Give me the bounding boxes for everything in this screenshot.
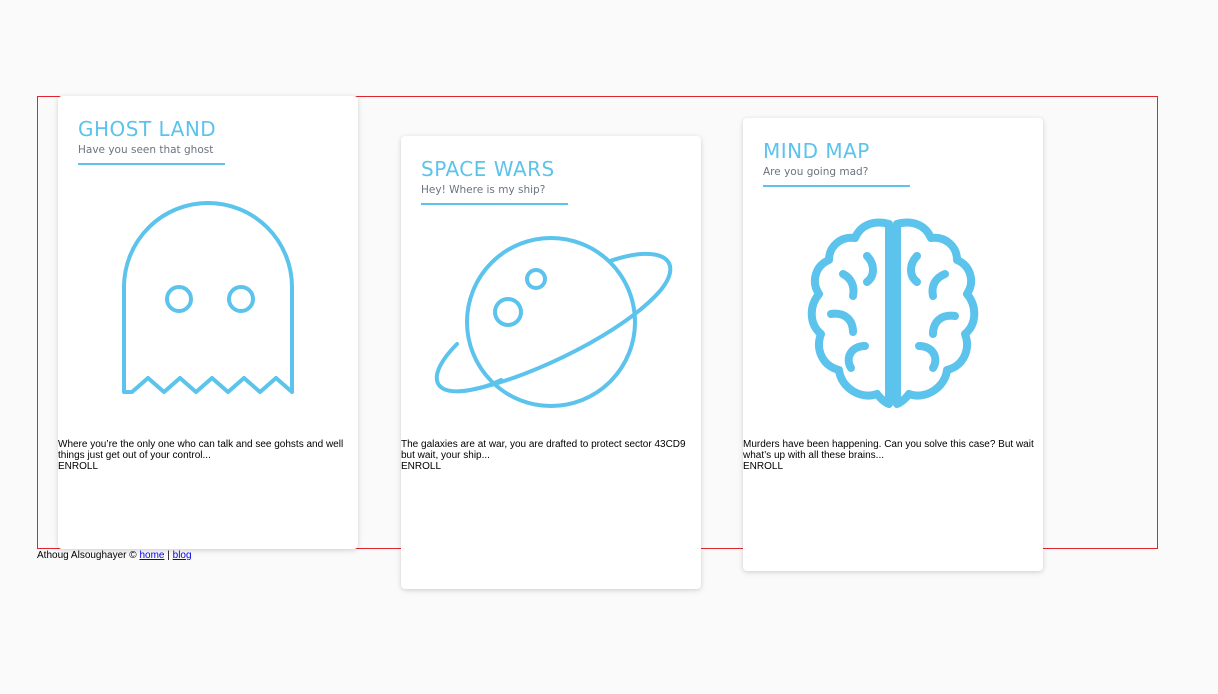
card-subtitle: Are you going mad? (763, 166, 869, 178)
home-link[interactable]: home (139, 550, 164, 561)
card-divider (78, 163, 225, 165)
card-description: Murders have been happening. Can you sol… (743, 439, 1034, 461)
card-space-wars[interactable]: SPACE WARS Hey! Where is my ship? The ga… (401, 136, 701, 589)
card-title: SPACE WARS (421, 157, 555, 181)
card-mind-map[interactable]: MIND MAP Are you going mad? Murders have… (743, 118, 1043, 571)
enroll-button[interactable]: ENROLL (401, 461, 441, 472)
blog-link[interactable]: blog (173, 550, 192, 561)
card-subtitle: Have you seen that ghost (78, 144, 214, 156)
footer: Athoug Alsoughayer © home | blog (37, 550, 192, 561)
card-subtitle: Hey! Where is my ship? (421, 184, 546, 196)
card-description: Where you’re the only one who can talk a… (58, 439, 344, 461)
enroll-button[interactable]: ENROLL (743, 461, 783, 472)
footer-separator: | (167, 550, 170, 561)
card-ghost-land[interactable]: GHOST LAND Have you seen that ghost Wher… (58, 96, 358, 549)
card-divider (421, 203, 568, 205)
brain-icon (807, 218, 979, 408)
card-description: The galaxies are at war, you are drafted… (401, 439, 686, 461)
card-title: MIND MAP (763, 139, 870, 163)
enroll-button[interactable]: ENROLL (58, 461, 98, 472)
card-divider (763, 185, 910, 187)
footer-author: Athoug Alsoughayer © (37, 550, 137, 561)
card-title: GHOST LAND (78, 117, 217, 141)
ghost-icon (122, 201, 294, 394)
planet-icon (434, 236, 673, 408)
